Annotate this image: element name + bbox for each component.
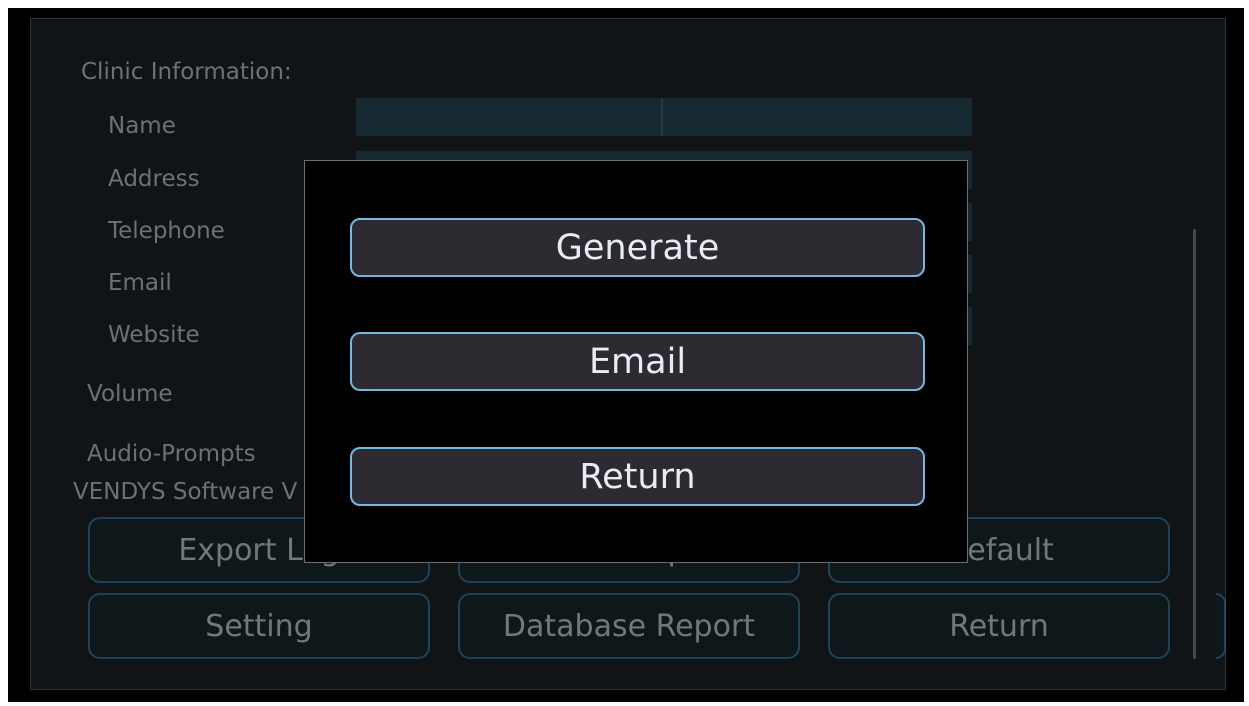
name-label: Name	[108, 113, 176, 139]
scrollbar[interactable]	[1193, 229, 1196, 659]
edge-tab[interactable]	[1216, 593, 1226, 659]
software-version-label: VENDYS Software V	[73, 479, 298, 505]
email-button[interactable]: Email	[350, 332, 925, 391]
volume-label: Volume	[87, 381, 173, 407]
generate-button[interactable]: Generate	[350, 218, 925, 277]
name-field-left[interactable]	[356, 98, 663, 136]
dialog-return-button[interactable]: Return	[350, 447, 925, 506]
return-button[interactable]: Return	[828, 593, 1170, 659]
name-field-right[interactable]	[663, 98, 972, 136]
telephone-label: Telephone	[108, 218, 225, 244]
website-label: Website	[108, 322, 200, 348]
device-screen: Clinic Information: Name Address Telepho…	[8, 8, 1244, 702]
database-report-button[interactable]: Database Report	[458, 593, 800, 659]
report-dialog: Generate Email Return	[304, 160, 968, 563]
address-label: Address	[108, 166, 200, 192]
clinic-info-heading: Clinic Information:	[81, 59, 292, 85]
email-label: Email	[108, 270, 172, 296]
setting-button[interactable]: Setting	[88, 593, 430, 659]
audio-prompts-label: Audio-Prompts	[87, 441, 256, 467]
